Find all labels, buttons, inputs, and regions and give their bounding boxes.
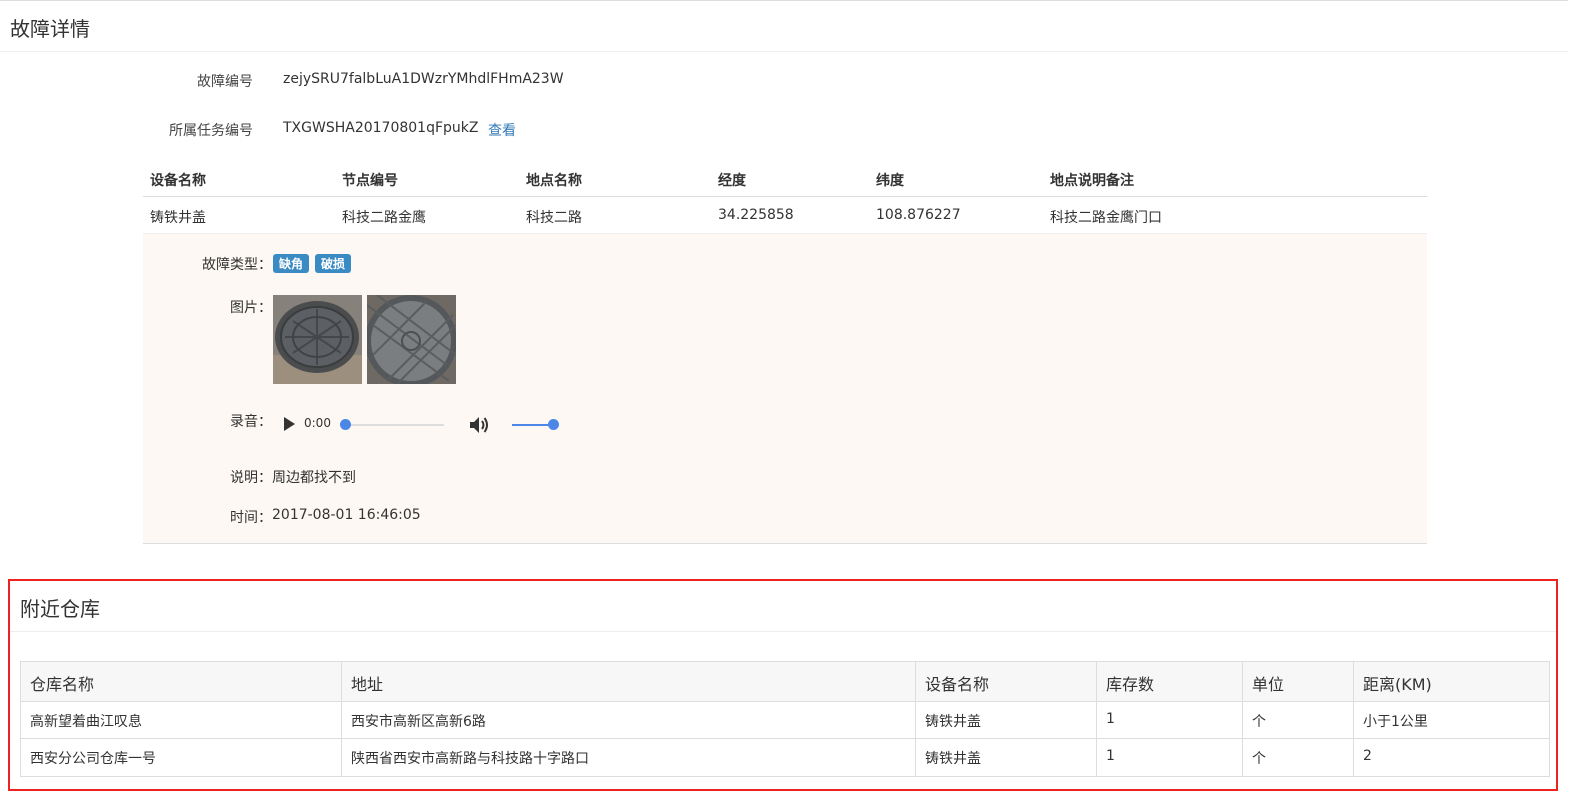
task-id-value: TXGWSHA20170801qFpukZ: [283, 120, 479, 136]
device-node-cell: 科技二路金鹰: [342, 210, 426, 226]
device-col-location: 地点名称: [526, 173, 582, 189]
fault-photo-2[interactable]: [367, 295, 456, 384]
fault-detail-header: 故障详情: [0, 0, 1568, 52]
page-title: 故障详情: [10, 17, 90, 41]
warehouse-distance-cell: 2: [1363, 748, 1372, 764]
photo-label: 图片：: [230, 300, 272, 316]
warehouse-device-cell: 铸铁井盖: [916, 702, 1097, 738]
fault-id-label: 故障编号: [197, 74, 253, 90]
warehouse-unit-cell: 个: [1243, 739, 1354, 776]
warehouse-table-header: 仓库名称 地址 设备名称 库存数 单位 距离(KM): [21, 662, 1549, 702]
device-table-header: 设备名称 节点编号 地点名称 经度 纬度 地点说明备注: [143, 160, 1427, 197]
warehouse-stock-cell: 1: [1097, 702, 1243, 738]
volume-icon[interactable]: [468, 415, 490, 439]
warehouses-title: 附近仓库: [20, 597, 100, 621]
fault-id-value: zejySRU7falbLuA1DWzrYMhdlFHmA23W: [283, 71, 564, 87]
device-col-longitude: 经度: [718, 173, 746, 189]
description-label: 说明：: [230, 470, 272, 486]
fault-tag: 破损: [315, 254, 352, 273]
warehouse-table: 仓库名称 地址 设备名称 库存数 单位 距离(KM) 高新望着曲江叹息 西安市高…: [20, 661, 1550, 777]
fault-detail-panel: [143, 234, 1427, 544]
volume-handle[interactable]: [548, 419, 559, 430]
fault-photo-1[interactable]: [273, 295, 362, 384]
device-name-cell: 铸铁井盖: [150, 210, 206, 226]
warehouse-name-cell: 西安分公司仓库一号: [21, 739, 342, 776]
nearby-warehouses-section: 附近仓库 仓库名称 地址 设备名称 库存数 单位 距离(KM) 高新望着曲江叹息…: [8, 579, 1558, 791]
warehouse-col-name: 仓库名称: [21, 662, 342, 701]
warehouse-unit-cell: 个: [1243, 702, 1354, 738]
warehouse-stock-cell: 1: [1097, 739, 1243, 776]
audio-progress-handle[interactable]: [340, 419, 351, 430]
warehouse-address-cell: 陕西省西安市高新路与科技路十字路口: [342, 739, 916, 776]
device-col-node: 节点编号: [342, 173, 398, 189]
audio-time: 0:00: [304, 416, 331, 430]
device-table: 设备名称 节点编号 地点名称 经度 纬度 地点说明备注 铸铁井盖 科技二路金鹰 …: [143, 160, 1427, 234]
device-latitude-cell: 108.876227: [876, 207, 961, 223]
table-row: 西安分公司仓库一号 陕西省西安市高新路与科技路十字路口 铸铁井盖 1 个 2: [21, 739, 1549, 776]
warehouse-col-unit: 单位: [1243, 662, 1354, 701]
view-task-link[interactable]: 查看: [488, 120, 516, 140]
device-col-remark: 地点说明备注: [1050, 173, 1134, 189]
description-value: 周边都找不到: [272, 470, 356, 486]
device-location-cell: 科技二路: [526, 210, 582, 226]
fault-tag: 缺角: [273, 254, 310, 273]
device-col-name: 设备名称: [150, 173, 206, 189]
warehouse-col-address: 地址: [342, 662, 916, 701]
time-label: 时间：: [230, 510, 272, 526]
device-longitude-cell: 34.225858: [718, 207, 794, 223]
volume-track[interactable]: [512, 424, 552, 426]
device-col-latitude: 纬度: [876, 173, 904, 189]
divider: [10, 631, 1556, 632]
warehouse-name-cell: 高新望着曲江叹息: [21, 702, 342, 738]
play-icon[interactable]: [284, 417, 295, 431]
fault-type-label: 故障类型：: [202, 257, 272, 273]
warehouse-device-cell: 铸铁井盖: [916, 739, 1097, 776]
warehouse-col-distance: 距离(KM): [1363, 675, 1432, 694]
task-id-label: 所属任务编号: [169, 123, 253, 139]
table-row: 高新望着曲江叹息 西安市高新区高新6路 铸铁井盖 1 个 小于1公里: [21, 702, 1549, 739]
device-remark-cell: 科技二路金鹰门口: [1050, 210, 1162, 226]
time-value: 2017-08-01 16:46:05: [272, 507, 421, 523]
table-row: 铸铁井盖 科技二路金鹰 科技二路 34.225858 108.876227 科技…: [143, 197, 1427, 234]
warehouse-col-device: 设备名称: [916, 662, 1097, 701]
warehouse-address-cell: 西安市高新区高新6路: [342, 702, 916, 738]
audio-label: 录音：: [230, 414, 272, 430]
audio-player: 0:00: [282, 411, 572, 439]
warehouse-distance-cell: 小于1公里: [1363, 714, 1428, 730]
fault-type-tags: 缺角 破损: [273, 254, 357, 273]
warehouse-col-stock: 库存数: [1097, 662, 1243, 701]
audio-progress-track[interactable]: [344, 424, 444, 426]
